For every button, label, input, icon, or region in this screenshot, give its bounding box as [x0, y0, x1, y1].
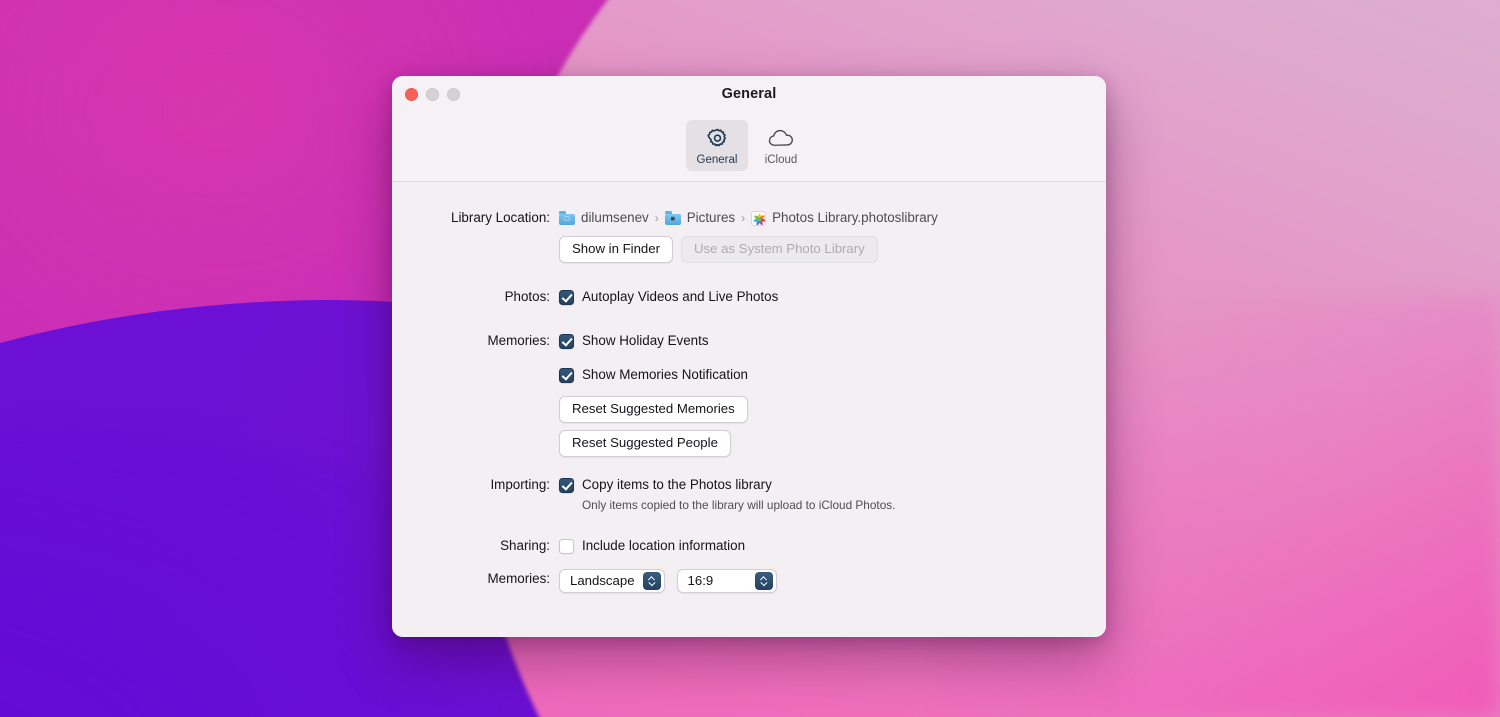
reset-memories-button-wrap: Reset Suggested Memories [559, 396, 1106, 423]
breadcrumb-item-library[interactable]: Photos Library.photoslibrary [751, 208, 938, 228]
show-memories-notification-checkbox[interactable] [559, 367, 574, 383]
photos-row: Photos: Autoplay Videos and Live Photos [392, 287, 1106, 307]
sharing-label: Sharing: [500, 538, 550, 553]
reset-suggested-people-button[interactable]: Reset Suggested People [559, 430, 731, 457]
autoplay-videos-checkbox[interactable] [559, 289, 574, 305]
sharing-memories-label: Memories: [487, 571, 550, 586]
memories-label: Memories: [487, 333, 550, 348]
copy-items-label: Copy items to the Photos library [582, 477, 772, 492]
photos-preferences-window: General General iCloud Library Location:… [392, 76, 1106, 637]
breadcrumb-library-label: Photos Library.photoslibrary [772, 210, 938, 225]
cloud-icon [768, 125, 795, 152]
window-titlebar[interactable]: General [392, 76, 1106, 118]
library-action-buttons: Show in Finder Use as System Photo Libra… [559, 236, 1106, 263]
orientation-value: Landscape [570, 573, 635, 588]
copy-items-checkbox[interactable] [559, 477, 574, 493]
breadcrumb-item-home[interactable]: ☖ dilumsenev [559, 208, 649, 228]
photos-label: Photos: [504, 289, 550, 304]
include-location-label: Include location information [582, 538, 746, 553]
autoplay-videos-checkbox-row[interactable]: Autoplay Videos and Live Photos [559, 287, 1106, 307]
reset-suggested-memories-button[interactable]: Reset Suggested Memories [559, 396, 748, 423]
home-folder-icon: ☖ [559, 211, 575, 225]
show-memories-notification-checkbox-row[interactable]: Show Memories Notification [559, 365, 1106, 385]
show-holiday-events-checkbox-row[interactable]: Show Holiday Events [559, 331, 1106, 351]
breadcrumb-pictures-label: Pictures [686, 210, 736, 225]
include-location-checkbox-row[interactable]: Include location information [559, 536, 1106, 556]
library-location-label: Library Location: [451, 210, 550, 225]
aspect-ratio-value: 16:9 [687, 573, 714, 588]
memories-row: Memories: Show Holiday Events Show Memor… [392, 331, 1106, 457]
library-path-breadcrumb[interactable]: ☖ dilumsenev › ◾ Pictures › Photos Libra… [559, 208, 1106, 228]
aspect-ratio-stepper-icon[interactable] [754, 572, 773, 590]
include-location-checkbox[interactable] [559, 538, 574, 554]
tab-icloud[interactable]: iCloud [750, 120, 812, 171]
tab-icloud-label: iCloud [764, 154, 798, 166]
gear-icon [706, 125, 729, 152]
photos-app-icon [751, 210, 767, 226]
importing-helper-text: Only items copied to the library will up… [582, 498, 896, 512]
tab-general[interactable]: General [686, 120, 748, 171]
orientation-stepper-icon[interactable] [642, 572, 661, 590]
importing-row: Importing: Copy items to the Photos libr… [392, 475, 1106, 513]
sharing-memories-row: Memories: Landscape 16:9 [392, 569, 1106, 593]
show-in-finder-button[interactable]: Show in Finder [559, 236, 673, 263]
autoplay-videos-label: Autoplay Videos and Live Photos [582, 289, 779, 304]
importing-label: Importing: [490, 477, 550, 492]
tab-general-label: General [696, 154, 738, 166]
show-holiday-events-label: Show Holiday Events [582, 333, 709, 348]
sharing-row: Sharing: Include location information [392, 536, 1106, 556]
orientation-popup-button[interactable]: Landscape [559, 569, 665, 593]
use-as-system-photo-library-button[interactable]: Use as System Photo Library [680, 236, 878, 263]
show-memories-notification-label: Show Memories Notification [582, 367, 748, 382]
breadcrumb-item-pictures[interactable]: ◾ Pictures [664, 208, 736, 228]
breadcrumb-separator-1: › [654, 211, 659, 225]
reset-people-button-wrap: Reset Suggested People [559, 430, 1106, 457]
pictures-folder-icon: ◾ [664, 211, 681, 225]
aspect-ratio-popup-button[interactable]: 16:9 [676, 569, 777, 593]
copy-items-checkbox-row[interactable]: Copy items to the Photos library [559, 475, 1106, 495]
library-location-row: Library Location: ☖ dilumsenev › ◾ Pictu… [392, 208, 1106, 263]
preferences-content: Library Location: ☖ dilumsenev › ◾ Pictu… [392, 182, 1106, 637]
preferences-toolbar: General iCloud [392, 118, 1106, 182]
breadcrumb-home-label: dilumsenev [581, 210, 649, 225]
breadcrumb-separator-2: › [741, 211, 746, 225]
show-holiday-events-checkbox[interactable] [559, 333, 574, 349]
window-title: General [721, 86, 777, 102]
